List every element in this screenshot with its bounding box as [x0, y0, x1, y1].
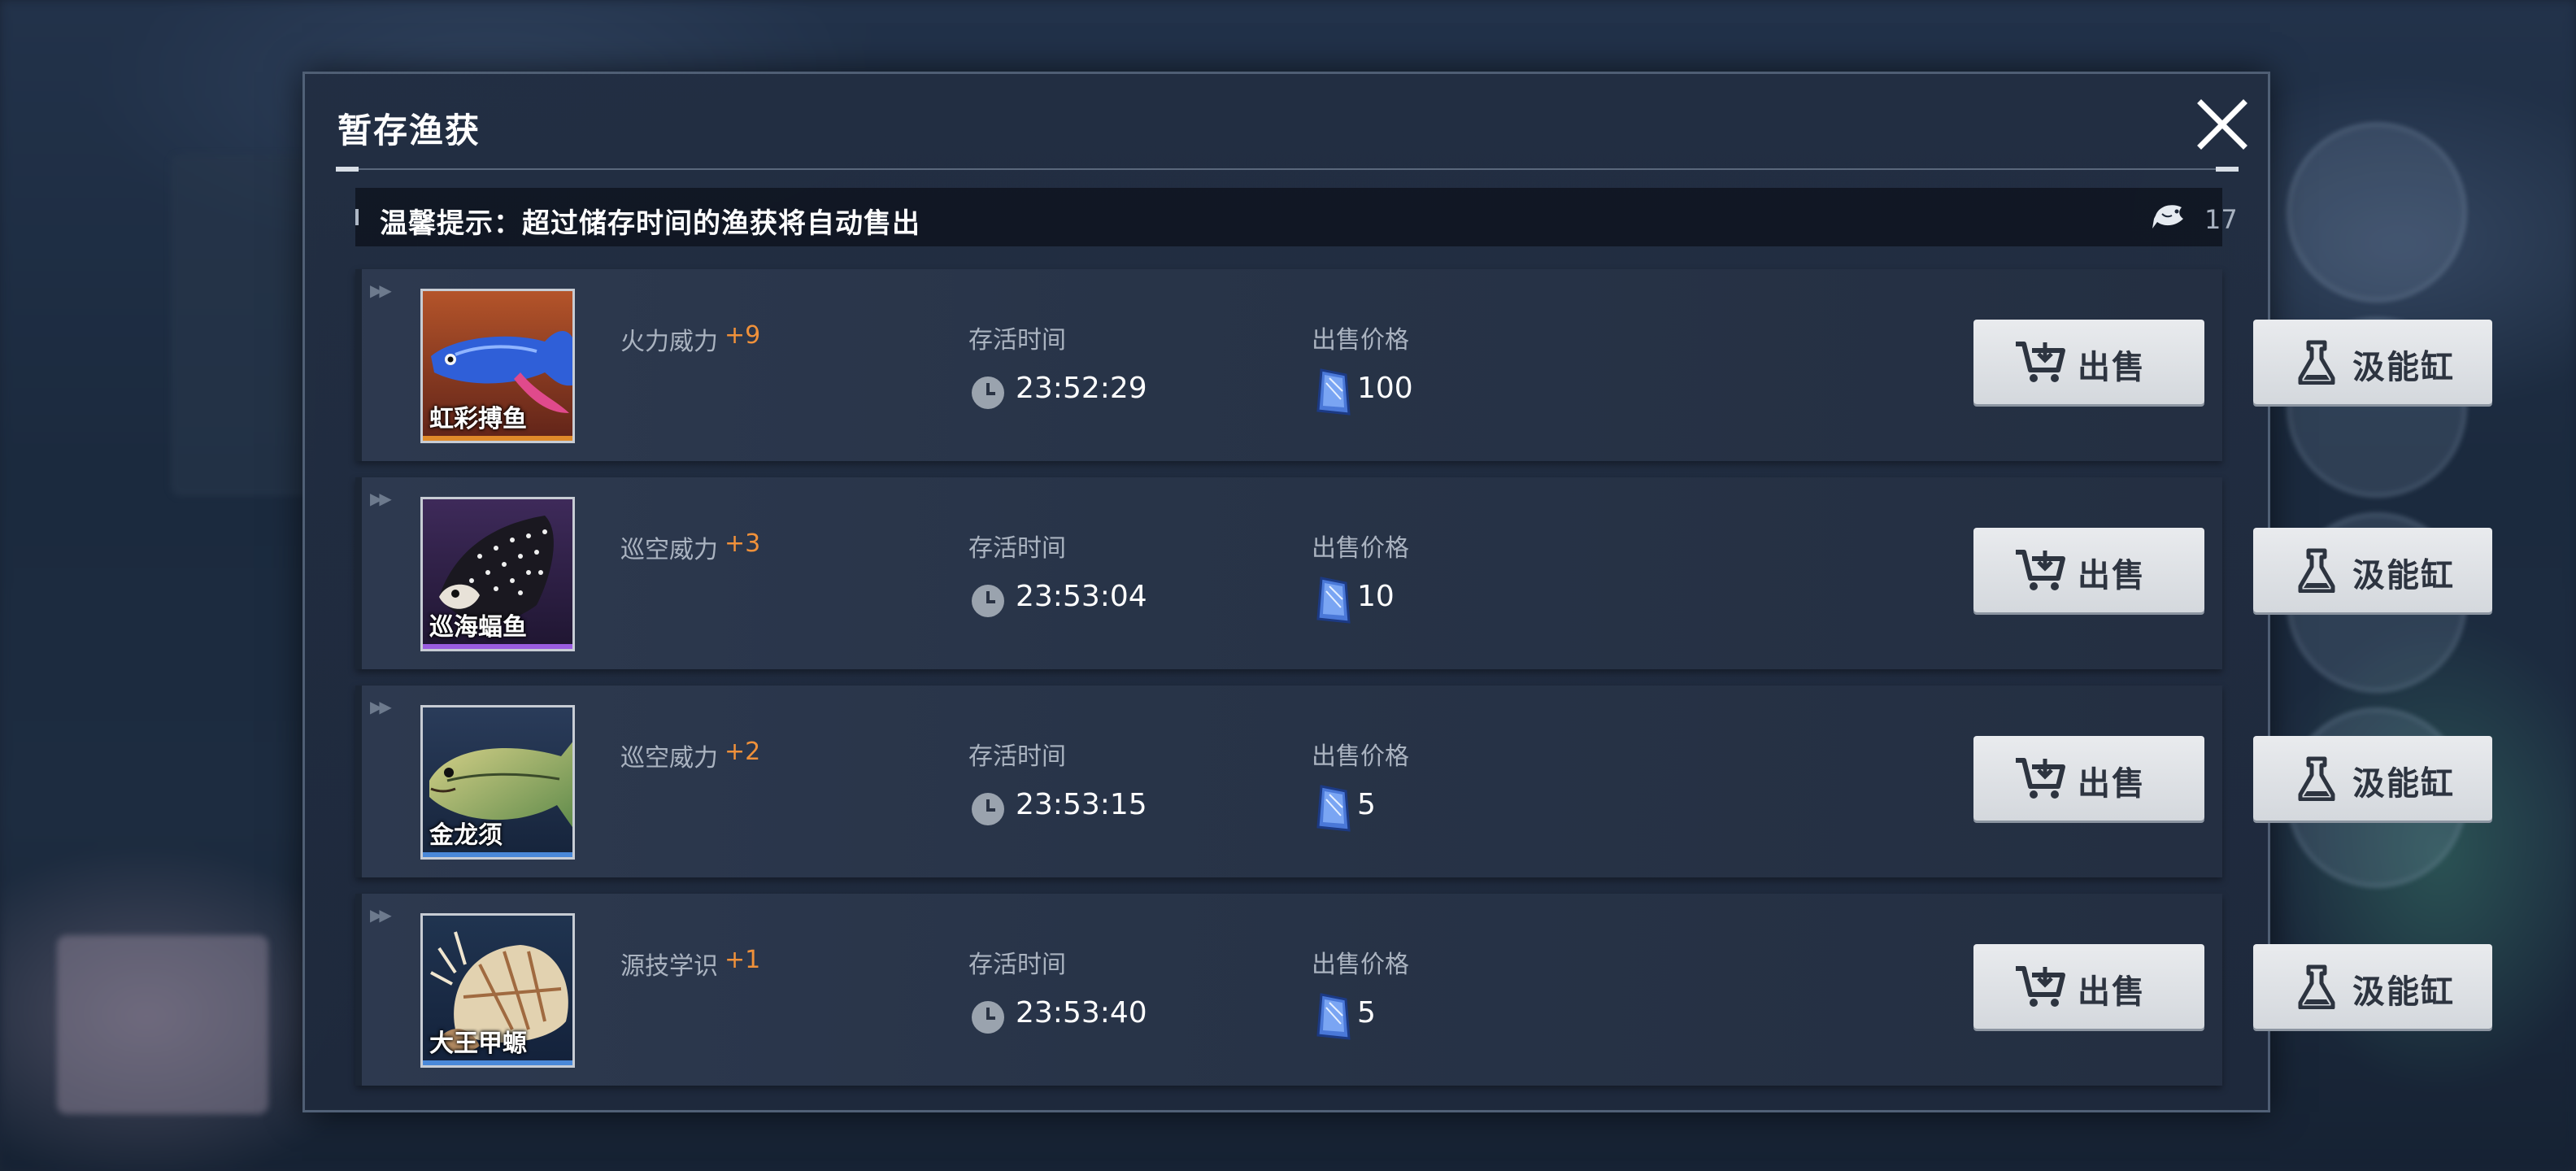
- attribute-label: 巡空威力: [620, 744, 718, 773]
- crystal-currency-icon: [1316, 785, 1351, 832]
- sell-price: 10: [1357, 580, 1395, 613]
- survival-time: 23:53:04: [1016, 580, 1147, 613]
- price-label: 出售价格: [1312, 534, 1409, 563]
- tip-tick: [355, 209, 359, 225]
- fish-count: 17: [2204, 204, 2238, 235]
- catch-row: ▶▶ 巡海蝠鱼 巡空威力 +3 存活时间 23:53:04 出售价格 10 出售…: [355, 477, 2492, 669]
- attribute-label: 火力威力: [620, 328, 718, 356]
- fish-name: 巡海蝠鱼: [429, 613, 527, 642]
- absorb-tank-button[interactable]: 汲能缸: [2253, 944, 2492, 1029]
- sell-button-label: 出售: [2078, 557, 2146, 594]
- sell-button-label: 出售: [2078, 765, 2146, 803]
- background-portrait: [57, 935, 268, 1114]
- fish-count-icon: [2152, 205, 2183, 229]
- rarity-bar: [423, 1060, 572, 1065]
- attribute-label: 源技学识: [620, 952, 718, 981]
- absorb-tank-button[interactable]: 汲能缸: [2253, 528, 2492, 612]
- crystal-currency-icon: [1316, 577, 1351, 624]
- row-stripe: [355, 477, 362, 669]
- tank-icon: [2298, 340, 2335, 385]
- cart-icon: [2016, 966, 2065, 1007]
- divider-accent: [336, 167, 359, 172]
- tank-icon: [2298, 964, 2335, 1009]
- clock-icon: [972, 377, 1004, 409]
- fish-card[interactable]: 巡海蝠鱼: [420, 497, 575, 651]
- clock-icon: [972, 793, 1004, 825]
- fish-card[interactable]: 大王甲螈: [420, 913, 575, 1068]
- sell-button-label: 出售: [2078, 973, 2146, 1011]
- sell-price: 5: [1357, 788, 1376, 821]
- absorb-button-label: 汲能缸: [2352, 765, 2455, 803]
- row-arrows-icon: ▶▶: [370, 697, 392, 716]
- rarity-bar: [423, 852, 572, 857]
- background-hud-button: [2287, 122, 2467, 303]
- fish-name: 金龙须: [429, 821, 503, 850]
- time-label: 存活时间: [968, 326, 1066, 355]
- row-stripe: [355, 269, 362, 461]
- temp-catch-dialog: 暂存渔获 温馨提示：超过储存时间的渔获将自动售出 17 ▶▶ 虹彩搏鱼 火力威力…: [302, 72, 2492, 1112]
- survival-time: 23:52:29: [1016, 372, 1147, 405]
- tip-text: 温馨提示：超过储存时间的渔获将自动售出: [380, 207, 920, 240]
- row-stripe: [355, 686, 362, 877]
- time-label: 存活时间: [968, 951, 1066, 979]
- attribute-bonus: +1: [724, 946, 761, 974]
- sell-button[interactable]: 出售: [1973, 320, 2204, 404]
- absorb-button-label: 汲能缸: [2352, 349, 2455, 386]
- title-divider: [336, 168, 2239, 170]
- sell-button-label: 出售: [2078, 349, 2146, 386]
- survival-time: 23:53:15: [1016, 788, 1147, 821]
- background-side-menu: [171, 155, 317, 496]
- cart-icon: [2016, 758, 2065, 799]
- close-icon: [2197, 99, 2247, 150]
- sell-price: 100: [1357, 372, 1413, 405]
- catch-row: ▶▶ 大王甲螈 源技学识 +1 存活时间 23:53:40 出售价格 5 出售 …: [355, 894, 2492, 1086]
- cart-icon: [2016, 550, 2065, 590]
- fish-name: 大王甲螈: [429, 1030, 527, 1058]
- dialog-title: 暂存渔获: [337, 111, 481, 150]
- absorb-tank-button[interactable]: 汲能缸: [2253, 320, 2492, 404]
- fish-card[interactable]: 虹彩搏鱼: [420, 289, 575, 443]
- time-label: 存活时间: [968, 534, 1066, 563]
- price-label: 出售价格: [1312, 326, 1409, 355]
- fish-card[interactable]: 金龙须: [420, 705, 575, 860]
- attribute-bonus: +2: [724, 738, 761, 766]
- price-label: 出售价格: [1312, 742, 1409, 771]
- divider-accent: [2216, 167, 2239, 172]
- catch-row: ▶▶ 虹彩搏鱼 火力威力 +9 存活时间 23:52:29 出售价格 100 出…: [355, 269, 2492, 461]
- attribute-label: 巡空威力: [620, 536, 718, 564]
- catch-row: ▶▶ 金龙须 巡空威力 +2 存活时间 23:53:15 出售价格 5 出售 汲…: [355, 686, 2492, 877]
- crystal-currency-icon: [1316, 368, 1351, 416]
- crystal-currency-icon: [1316, 993, 1351, 1040]
- absorb-tank-button[interactable]: 汲能缸: [2253, 736, 2492, 821]
- tip-bar: 温馨提示：超过储存时间的渔获将自动售出 17: [355, 188, 2238, 246]
- absorb-button-label: 汲能缸: [2352, 557, 2455, 594]
- sell-button[interactable]: 出售: [1973, 528, 2204, 612]
- tank-icon: [2298, 548, 2335, 593]
- clock-icon: [972, 1001, 1004, 1034]
- tank-icon: [2298, 756, 2335, 801]
- cart-icon: [2016, 342, 2065, 382]
- row-arrows-icon: ▶▶: [370, 281, 392, 300]
- price-label: 出售价格: [1312, 951, 1409, 979]
- survival-time: 23:53:40: [1016, 996, 1147, 1030]
- rarity-bar: [423, 644, 572, 649]
- sell-button[interactable]: 出售: [1973, 736, 2204, 821]
- attribute-bonus: +3: [724, 529, 761, 558]
- fish-name: 虹彩搏鱼: [429, 405, 527, 433]
- clock-icon: [972, 585, 1004, 617]
- row-arrows-icon: ▶▶: [370, 489, 392, 508]
- time-label: 存活时间: [968, 742, 1066, 771]
- absorb-button-label: 汲能缸: [2352, 973, 2455, 1011]
- sell-button[interactable]: 出售: [1973, 944, 2204, 1029]
- attribute-bonus: +9: [724, 321, 761, 350]
- row-stripe: [355, 894, 362, 1086]
- close-button[interactable]: [2193, 95, 2252, 154]
- sell-price: 5: [1357, 996, 1376, 1030]
- row-arrows-icon: ▶▶: [370, 905, 392, 925]
- rarity-bar: [423, 436, 572, 441]
